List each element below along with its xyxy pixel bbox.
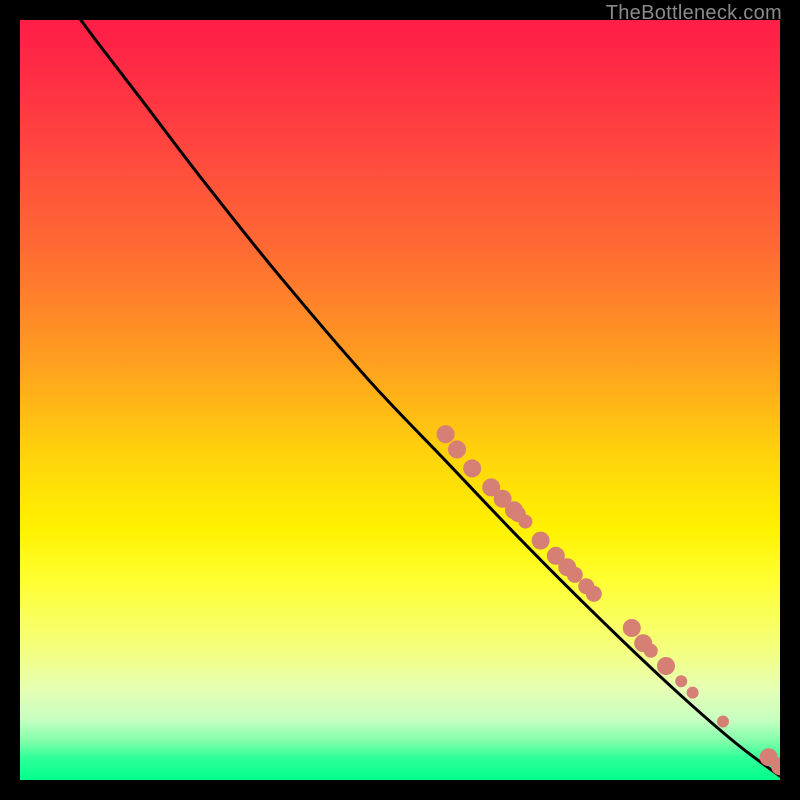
- data-marker: [437, 425, 455, 443]
- data-marker: [448, 440, 466, 458]
- data-marker: [463, 459, 481, 477]
- data-marker: [644, 644, 658, 658]
- marker-layer: [437, 425, 780, 775]
- data-marker: [567, 567, 583, 583]
- chart-svg: [20, 20, 780, 780]
- figure-root: TheBottleneck.com: [0, 0, 800, 800]
- trend-curve: [81, 20, 780, 776]
- data-marker: [717, 715, 729, 727]
- data-marker: [623, 619, 641, 637]
- data-marker: [657, 657, 675, 675]
- data-marker: [586, 586, 602, 602]
- data-marker: [675, 675, 687, 687]
- data-marker: [687, 687, 699, 699]
- data-marker: [532, 532, 550, 550]
- data-marker: [518, 515, 532, 529]
- plot-area: [20, 20, 780, 780]
